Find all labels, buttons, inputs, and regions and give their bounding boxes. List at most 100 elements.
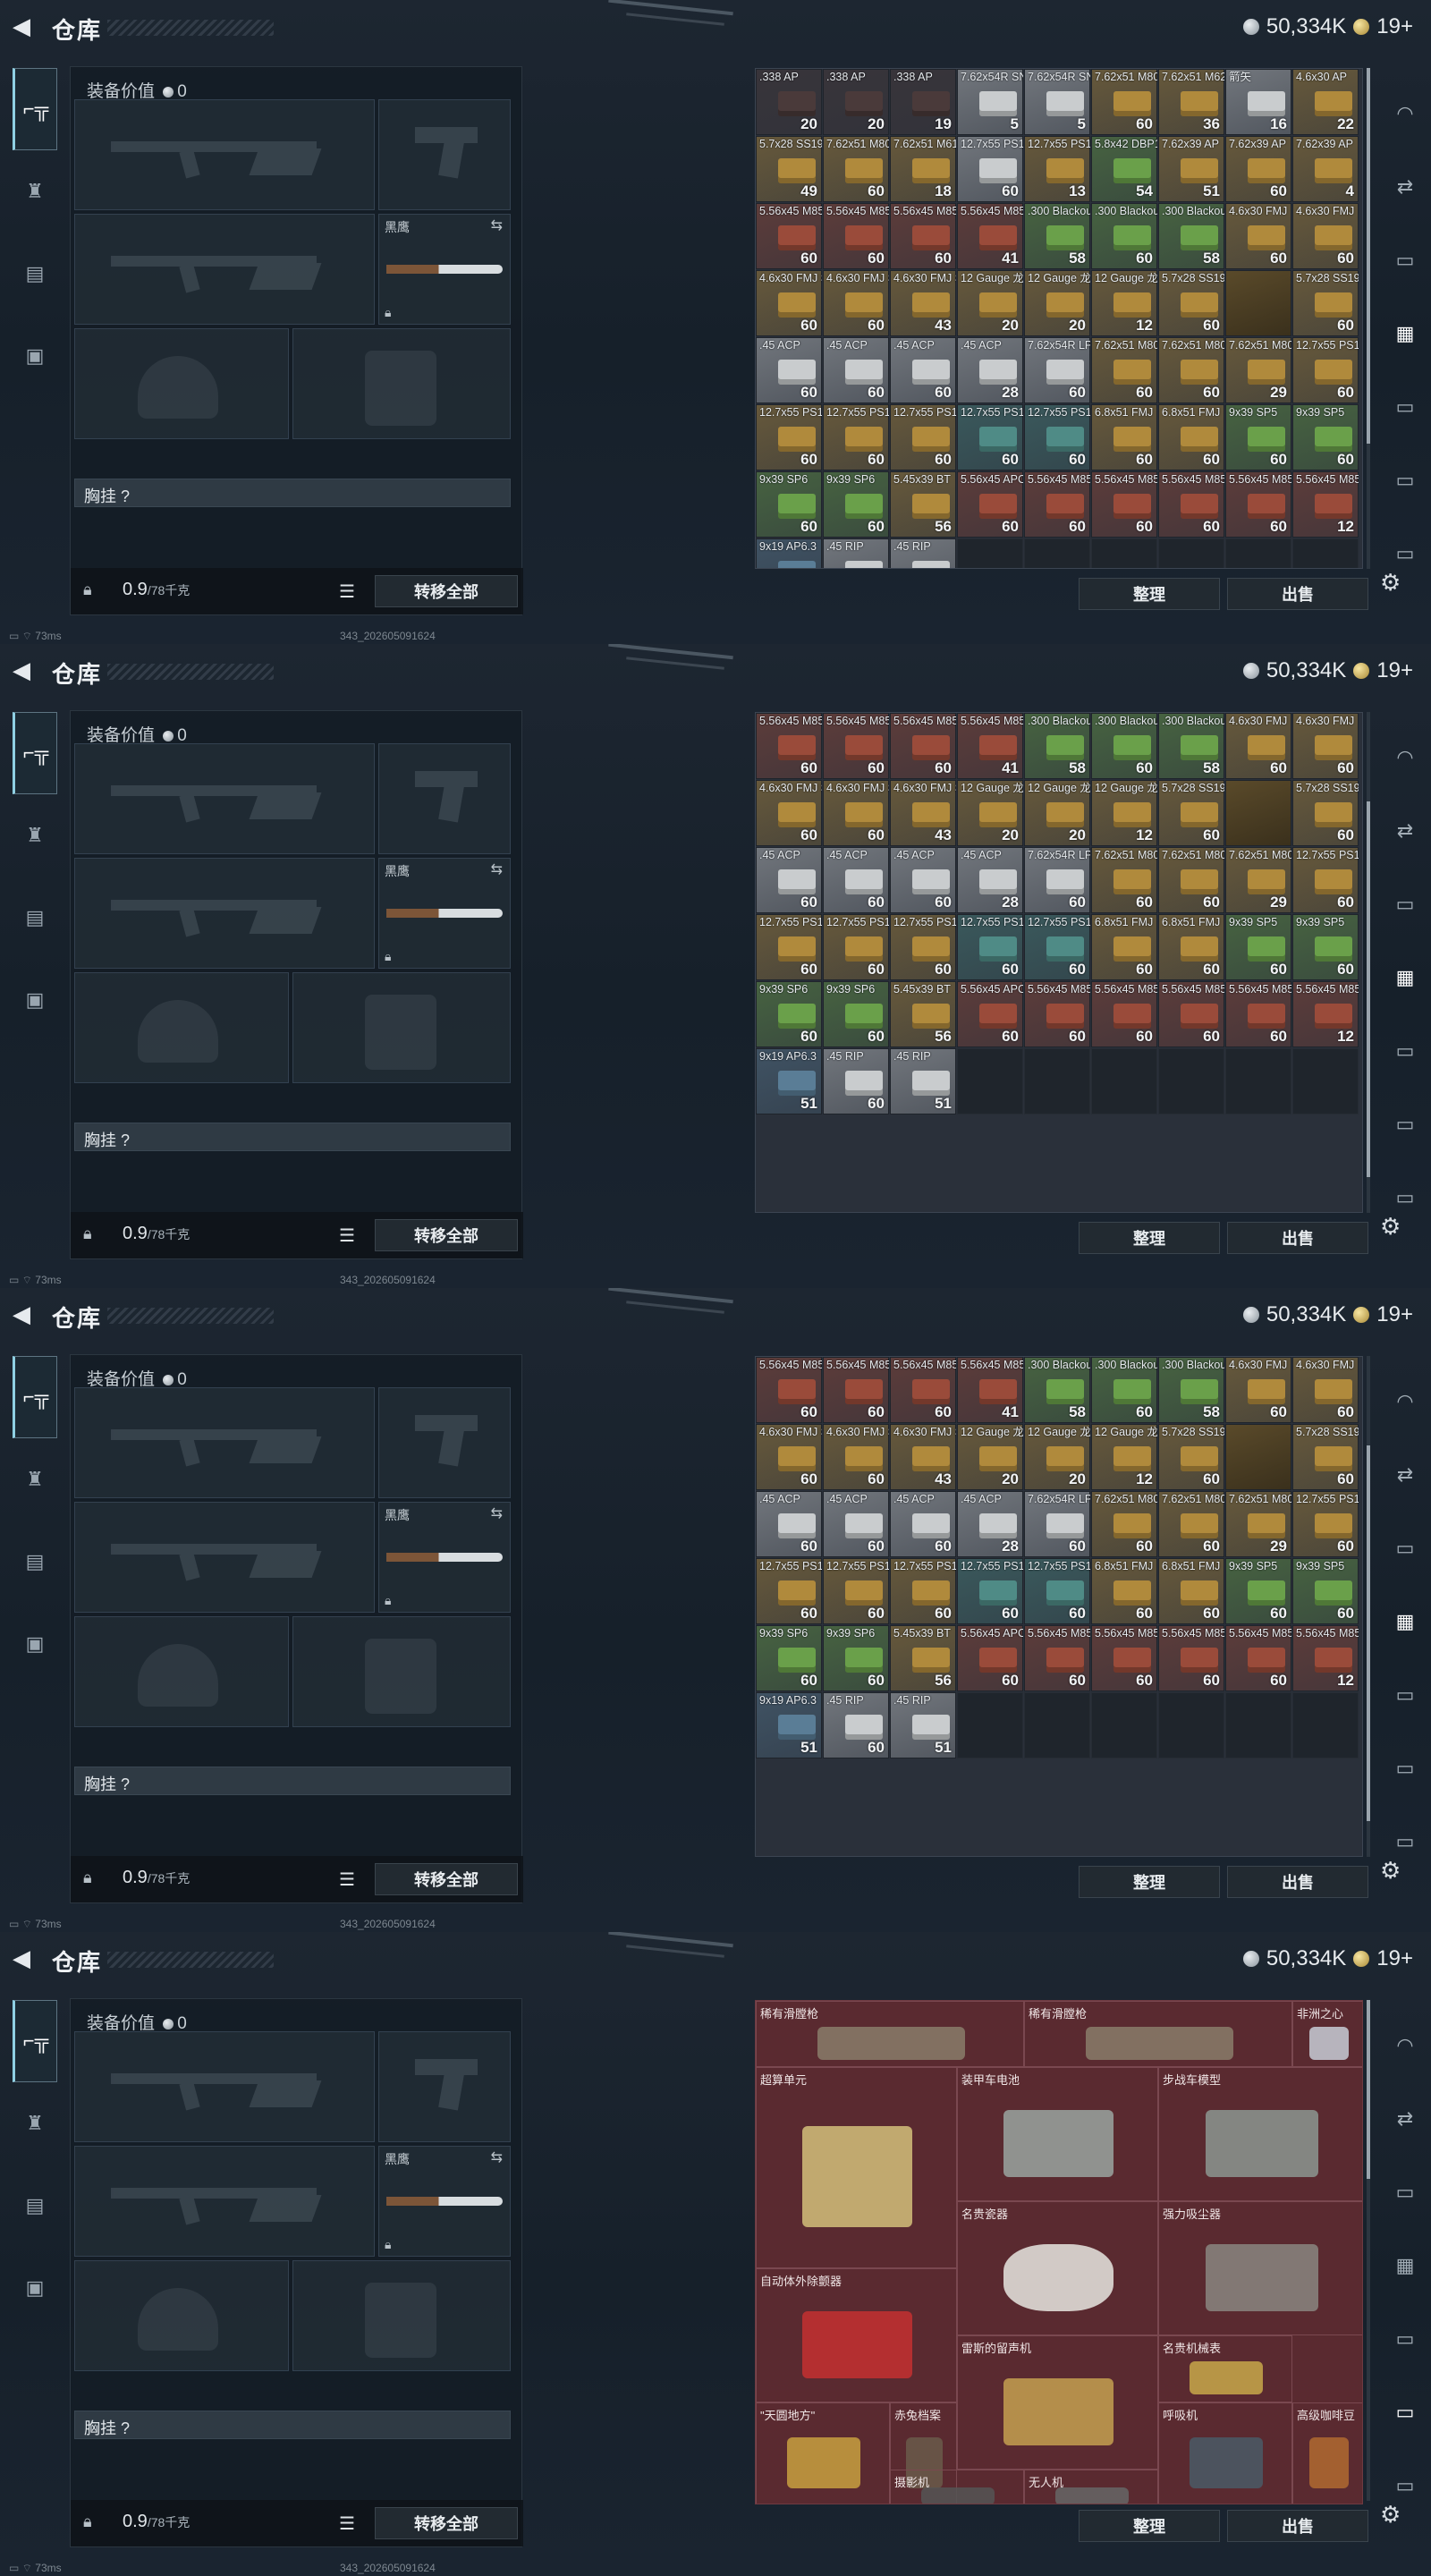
helmet-icon[interactable]: ◠ — [1388, 1365, 1422, 1438]
back-arrow-icon[interactable]: ◀ — [13, 1945, 39, 1971]
ammo-item[interactable]: .338 AP 20 — [823, 69, 889, 135]
ammo-item[interactable]: 7.62x51 M80 60 — [1158, 1491, 1224, 1557]
ammo-item[interactable]: 12 Gauge 龙息弹 20 — [1024, 1424, 1090, 1490]
ammo-item[interactable]: 7.62x54R LPS 60 — [1024, 1491, 1090, 1557]
ammo-item[interactable]: 7.62x51 M80 60 — [1091, 847, 1157, 913]
ammo-item[interactable]: 12.7x55 PS12穿甲 60 — [823, 914, 889, 980]
back-arrow-icon[interactable]: ◀ — [13, 657, 39, 683]
list-icon[interactable]: ☰ — [339, 1224, 355, 1247]
backpack-icon[interactable]: ▣ — [13, 1603, 57, 1685]
ammo-item[interactable]: 7.62x54R LPS 60 — [1024, 847, 1090, 913]
ammo-item[interactable]: 12 Gauge 龙息弹 20 — [957, 780, 1023, 846]
backpack-icon[interactable]: ▣ — [13, 2247, 57, 2329]
ammo-item[interactable]: 12.7x55 PS12穿甲 60 — [756, 914, 822, 980]
ammo-item[interactable]: .45 ACP 28 — [957, 847, 1023, 913]
armor-slot[interactable] — [292, 328, 511, 439]
back-arrow-icon[interactable]: ◀ — [13, 13, 39, 39]
ammo-item[interactable]: .45 ACP 60 — [890, 1491, 956, 1557]
pouch-icon[interactable]: ▭ — [1388, 2156, 1422, 2229]
ammo-item[interactable]: 9x39 SP5 60 — [1292, 1558, 1359, 1624]
backpack-icon[interactable]: ▣ — [13, 959, 57, 1041]
ammo-box-icon[interactable]: ▦ — [1388, 2229, 1422, 2302]
helmet-icon[interactable]: ◠ — [1388, 2009, 1422, 2082]
case-icon[interactable]: ▭ — [1388, 1658, 1422, 1732]
ammo-item[interactable]: .45 RIP 60 — [823, 1048, 889, 1114]
ammo-item[interactable]: .300 Blackout 58 — [1158, 1357, 1224, 1423]
ammo-item[interactable]: .300 Blackout 58 — [1024, 203, 1090, 269]
ammo-item[interactable]: 5.56x45 M855 60 — [756, 203, 822, 269]
ammo-item[interactable]: .45 ACP 60 — [890, 337, 956, 403]
ammo-item[interactable]: 4.6x30 FMJ 60 — [1292, 1357, 1359, 1423]
transfer-icon[interactable]: ⇄ — [1388, 1438, 1422, 1512]
ammo-item[interactable]: 5.56x45 M855 41 — [957, 713, 1023, 779]
melee-slot[interactable]: 黑鹰 ⇆ 🔒︎ — [378, 858, 511, 969]
ammo-item[interactable]: 7.62x51 M80 60 — [1091, 69, 1157, 135]
ammo-item[interactable]: 7.62x51 M61 18 — [890, 136, 956, 202]
sell-button[interactable]: 出售 — [1227, 578, 1368, 610]
ammo-item[interactable]: 4.6x30 FMJ 60 — [1292, 713, 1359, 779]
ammo-item[interactable]: .300 Blackout 60 — [1091, 1357, 1157, 1423]
helmet-slot[interactable] — [74, 972, 289, 1083]
ammo-item[interactable]: 4.6x30 FMJ 60 — [1225, 1357, 1291, 1423]
ammo-item[interactable]: .45 ACP 28 — [957, 337, 1023, 403]
pistol-slot[interactable] — [378, 99, 511, 210]
primary-weapon-slot[interactable] — [74, 1387, 375, 1498]
ammo-item[interactable]: 5.56x45 M855A1 60 — [1158, 1625, 1224, 1691]
ammo-item[interactable]: .338 AP 20 — [756, 69, 822, 135]
ammo-item[interactable] — [1225, 270, 1291, 336]
ammo-item[interactable]: 4.6x30 FMJ SX 60 — [756, 1424, 822, 1490]
ammo-item[interactable]: .45 ACP 60 — [823, 337, 889, 403]
empty-slot[interactable] — [1091, 538, 1157, 568]
pistol-slot[interactable] — [378, 1387, 511, 1498]
ammo-item[interactable]: 9x19 AP6.3 51 — [756, 1048, 822, 1114]
ammo-item[interactable]: 5.45x39 BT 56 — [890, 1625, 956, 1691]
ammo-item[interactable]: 4.6x30 FMJ SX 60 — [756, 270, 822, 336]
ammo-item[interactable]: 9x39 SP6 60 — [756, 471, 822, 538]
ammo-box-icon[interactable]: ▦ — [1388, 297, 1422, 370]
ammo-item[interactable]: 5.56x45 M855A1 60 — [1225, 471, 1291, 538]
ammo-item[interactable]: 5.56x45 M855A1 12 — [1292, 1625, 1359, 1691]
collectible-item[interactable]: 呼吸机 — [1158, 2402, 1292, 2504]
back-arrow-icon[interactable]: ◀ — [13, 1301, 39, 1327]
ammo-item[interactable]: 5.56x45 M855 60 — [823, 1357, 889, 1423]
collectible-item[interactable]: 自动体外除颤器 — [756, 2268, 957, 2402]
empty-slot[interactable] — [1024, 1048, 1090, 1114]
ammo-box-icon[interactable]: ▦ — [1388, 1585, 1422, 1658]
chest-rig-slot[interactable]: 胸挂 ? — [74, 2411, 511, 2439]
swap-icon[interactable]: ⇆ — [491, 216, 503, 234]
ammo-item[interactable]: .338 AP 19 — [890, 69, 956, 135]
ammo-item[interactable]: .45 RIP51 — [890, 538, 956, 568]
empty-slot[interactable] — [1225, 538, 1291, 568]
ammo-item[interactable]: 5.56x45 M855A1 60 — [1024, 1625, 1090, 1691]
helmet-icon[interactable]: ◠ — [1388, 77, 1422, 150]
ammo-item[interactable]: .300 Blackout 60 — [1091, 713, 1157, 779]
ammo-item[interactable]: 5.7x28 SS198 60 — [1292, 780, 1359, 846]
transfer-all-button[interactable]: 转移全部 — [375, 575, 518, 607]
secondary-weapon-slot[interactable] — [74, 214, 375, 325]
ammo-item[interactable]: 5.7x28 SS198 60 — [1158, 1424, 1224, 1490]
pouch-icon[interactable]: ▭ — [1388, 868, 1422, 941]
vest-icon[interactable]: ▤ — [13, 233, 57, 315]
ammo-item[interactable]: 12.7x55 PS12穿甲 60 — [957, 1558, 1023, 1624]
ammo-item[interactable]: 5.7x28 SS198 60 — [1292, 1424, 1359, 1490]
ammo-item[interactable]: 9x39 SP5 60 — [1292, 404, 1359, 470]
collectible-item[interactable]: 摄影机 — [890, 2470, 1024, 2504]
grid-scrollbar[interactable] — [1367, 68, 1370, 569]
ammo-item[interactable]: 9x39 SP6 60 — [756, 981, 822, 1047]
sell-button[interactable]: 出售 — [1227, 2510, 1368, 2542]
ammo-item[interactable]: 4.6x30 FMJ SX 60 — [823, 270, 889, 336]
ammo-item[interactable]: 12.7x55 PS12穿甲 60 — [823, 1558, 889, 1624]
ammo-item[interactable]: 4.6x30 AP 22 — [1292, 69, 1359, 135]
chest-rig-slot[interactable]: 胸挂 ? — [74, 1767, 511, 1795]
swap-icon[interactable]: ⇆ — [491, 860, 503, 878]
ammo-item[interactable]: 5.56x45 APC 60 — [957, 471, 1023, 538]
pistol-slot[interactable] — [378, 743, 511, 854]
collectible-item[interactable]: 无人机 — [1024, 2470, 1158, 2504]
collectible-item[interactable]: 稀有滑膛枪 — [1024, 2001, 1292, 2067]
ammo-item[interactable]: 6.8x51 FMJ 60 — [1158, 404, 1224, 470]
collectible-item[interactable]: 装甲车电池 — [957, 2067, 1158, 2201]
ammo-item[interactable]: .300 Blackout 60 — [1091, 203, 1157, 269]
ammo-item[interactable]: 5.45x39 BT 56 — [890, 471, 956, 538]
pistol-icon[interactable]: ⌐╦ — [13, 2000, 57, 2082]
ammo-item[interactable]: 7.62x51 M80 29 — [1225, 847, 1291, 913]
